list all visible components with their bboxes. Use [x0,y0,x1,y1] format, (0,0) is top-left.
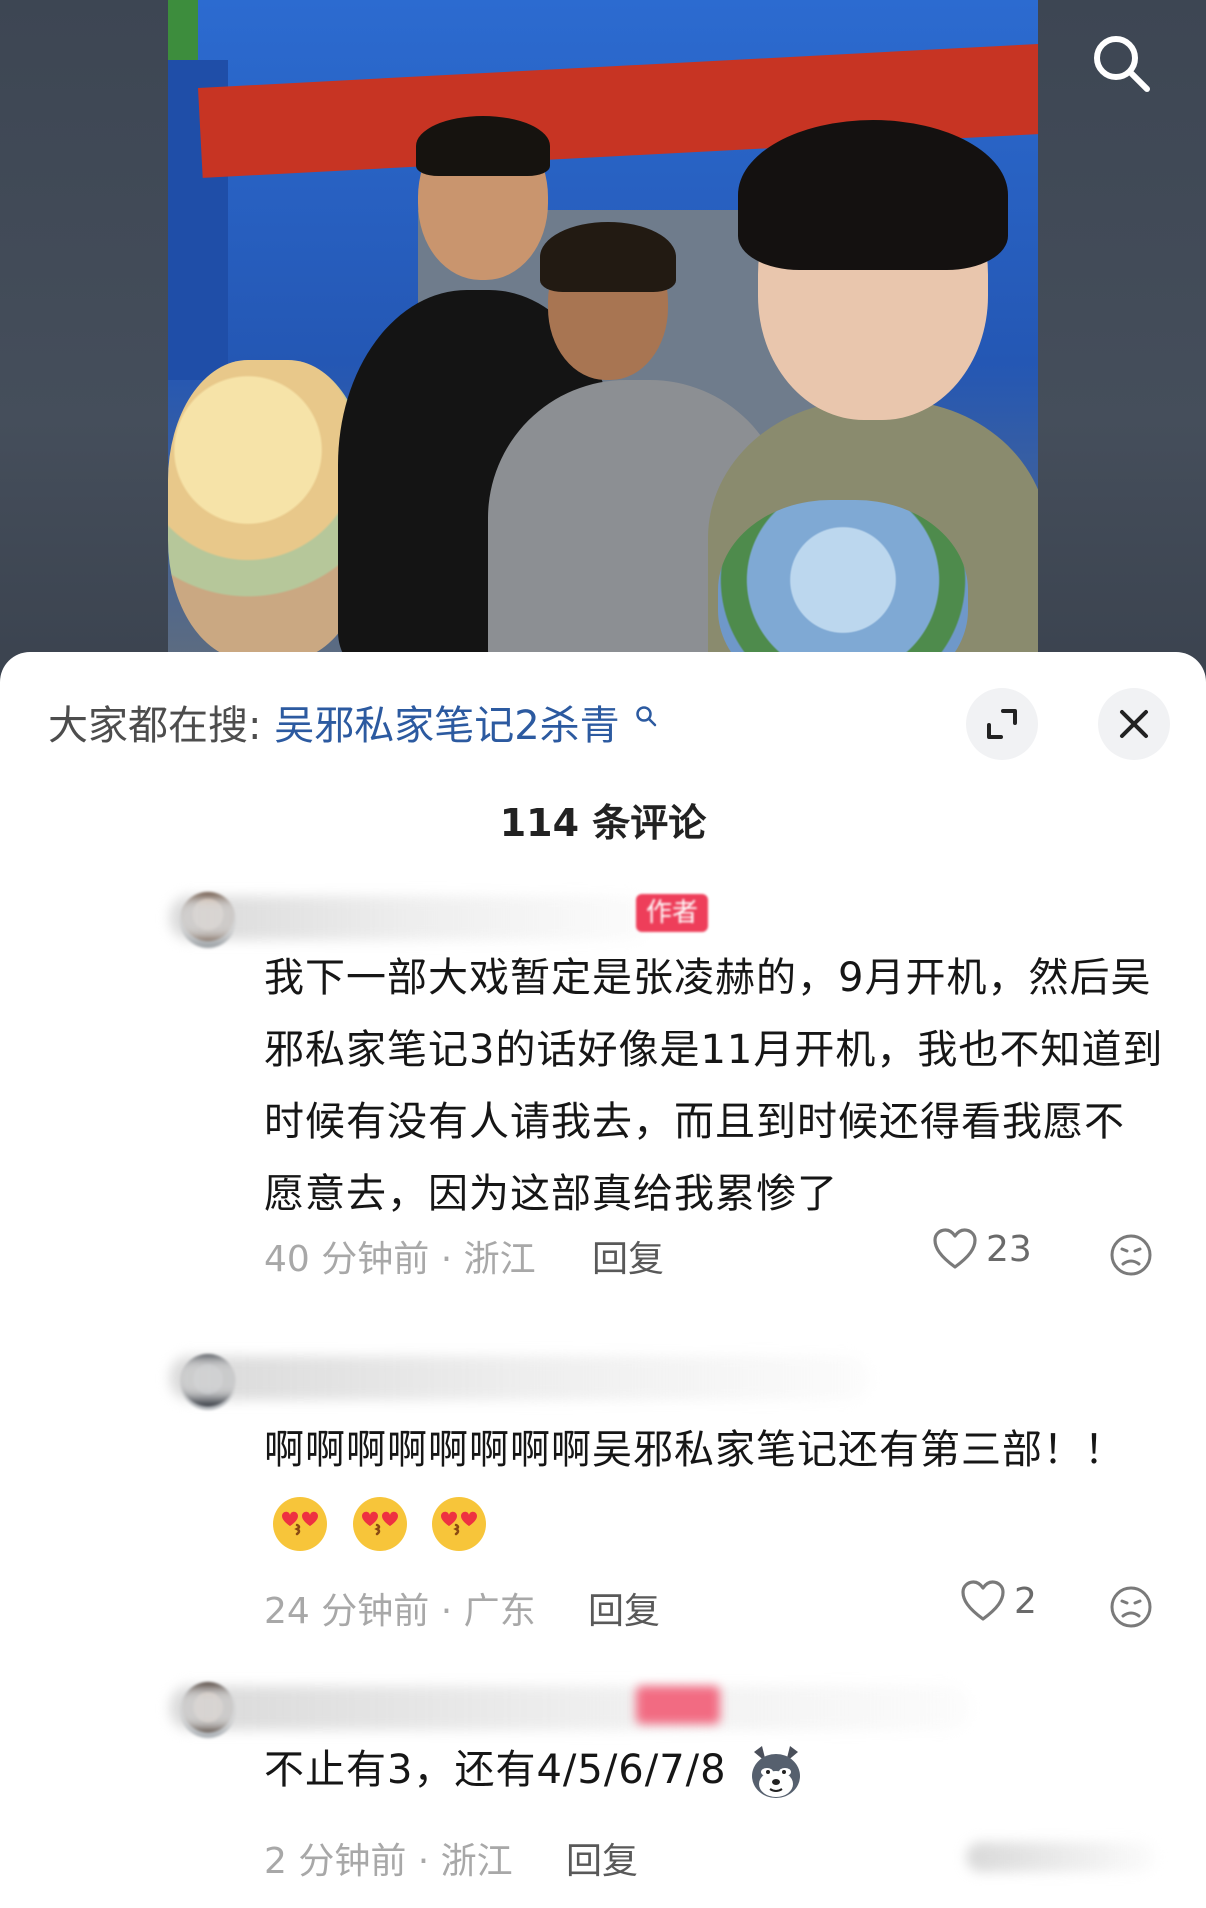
husky-dog-emoji [752,1746,801,1798]
like-count: 2 [1014,1580,1037,1622]
heart-eyes-kiss-emoji [273,1497,327,1551]
comment-meta: 24 分钟前 · 广东 [264,1591,536,1632]
dislike-icon[interactable] [1108,1584,1154,1630]
post-photo [168,0,1038,660]
trending-search: 大家都在搜: 吴邪私家笔记2杀青 [48,700,658,752]
search-icon [1094,36,1150,92]
like-count: 23 [986,1228,1032,1270]
blurred-overlay [966,1842,1156,1872]
expand-button[interactable] [966,688,1038,760]
search-button[interactable] [1080,22,1162,104]
reply-button[interactable]: 回复 [588,1582,660,1634]
reply-button[interactable]: 回复 [566,1832,638,1884]
trending-query-link[interactable]: 吴邪私家笔记2杀青 [274,703,619,749]
search-small-icon [636,706,657,727]
comment-text-content: 啊啊啊啊啊啊啊啊吴邪私家笔记还有第三部！！ [264,1427,1125,1473]
bouquet-right [718,500,968,660]
username-blurred[interactable] [170,1356,870,1400]
heart-icon [961,1580,1005,1621]
username-blurred[interactable] [170,896,650,940]
close-icon [1120,710,1148,738]
comment-item: 不止有3，还有4/5/6/7/8 2 分钟前 · 浙江 回复 [0,1672,1206,1908]
heart-eyes-kiss-emoji [352,1497,407,1551]
comment-text[interactable]: 不止有3，还有4/5/6/7/8 [264,1734,1164,1806]
expand-icon [987,709,1017,739]
comment-text[interactable]: 啊啊啊啊啊啊啊啊吴邪私家笔记还有第三部！！ [264,1414,1164,1558]
heart-icon [933,1228,977,1269]
comment-sheet-screen: 大家都在搜: 吴邪私家笔记2杀青 114 条评论 作者 我下一部大戏暂定是张凌赫… [0,0,1206,1908]
comment-count: 114 条评论 [499,801,707,845]
user-badge-blurred [636,1686,720,1724]
comment-meta: 40 分钟前 · 浙江 [264,1239,536,1280]
username-blurred[interactable] [170,1686,970,1730]
comment-text-content: 不止有3，还有4/5/6/7/8 [264,1747,727,1793]
comment-item: 啊啊啊啊啊啊啊啊吴邪私家笔记还有第三部！！ 24 分钟前 · 广东 回复 2 [0,1342,1206,1642]
like-button[interactable]: 2 [960,1580,1037,1622]
like-button[interactable]: 23 [932,1228,1032,1270]
author-badge: 作者 [636,894,709,932]
comments-sheet: 大家都在搜: 吴邪私家笔记2杀青 114 条评论 作者 我下一部大戏暂定是张凌赫… [0,652,1206,1908]
comment-text[interactable]: 我下一部大戏暂定是张凌赫的，9月开机，然后吴邪私家笔记3的话好像是11月开机，我… [264,942,1164,1230]
reply-button[interactable]: 回复 [592,1230,664,1282]
video-background[interactable] [0,0,1206,700]
comment-item: 作者 我下一部大戏暂定是张凌赫的，9月开机，然后吴邪私家笔记3的话好像是11月开… [0,882,1206,1322]
sheet-header: 大家都在搜: 吴邪私家笔记2杀青 [0,652,1206,792]
dislike-icon[interactable] [1108,1232,1154,1278]
comment-meta: 2 分钟前 · 浙江 [264,1841,513,1882]
close-button[interactable] [1098,688,1170,760]
heart-eyes-kiss-emoji [432,1497,487,1551]
trending-label: 大家都在搜: [48,703,262,749]
